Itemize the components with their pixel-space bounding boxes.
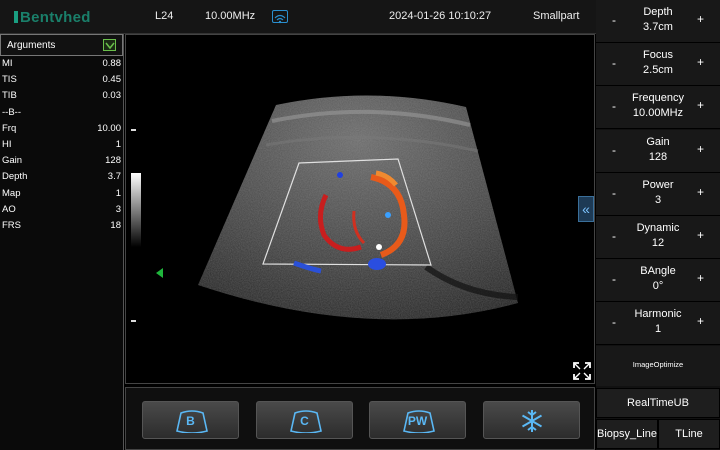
arguments-panel: Arguments MI 0.88 TIS 0.45 TIB 0.03 --B-- Frq 10…	[0, 34, 124, 450]
argument-value: 1	[115, 187, 121, 199]
bangle-increase-button[interactable]: +	[697, 271, 704, 285]
argument-value: 0.03	[102, 90, 122, 102]
frequency-increase-button[interactable]: +	[697, 98, 704, 112]
depth-tick-bottom	[131, 320, 136, 322]
control-dynamic: - Dynamic 12 +	[596, 216, 720, 259]
argument-row: Frq 10.00	[0, 121, 123, 137]
arguments-list: MI 0.88 TIS 0.45 TIB 0.03 --B-- Frq 10.00 HI 1 Gain…	[0, 56, 123, 234]
depth-increase-button[interactable]: +	[697, 12, 704, 26]
pw-mode-button[interactable]: PW	[369, 401, 466, 439]
snowflake-icon	[521, 410, 543, 432]
gain-increase-button[interactable]: +	[697, 142, 704, 156]
probe-label: L24	[155, 10, 174, 22]
logo-text: Bentvhed	[20, 9, 91, 26]
freeze-button[interactable]	[483, 401, 580, 439]
control-frequency: - Frequency 10.00MHz +	[596, 86, 720, 130]
control-harmonic: - Harmonic 1 +	[596, 302, 720, 346]
dynamic-increase-button[interactable]: +	[697, 228, 704, 242]
preset-label: Smallpart	[533, 10, 580, 22]
arguments-toggle-checkbox[interactable]	[103, 39, 116, 51]
argument-value: 3.7	[107, 171, 121, 183]
argument-row: HI 1	[0, 137, 123, 153]
argument-key: TIB	[2, 90, 17, 102]
argument-key: HI	[2, 138, 12, 150]
b-mode-button[interactable]: B	[142, 401, 239, 439]
datetime-label: 2024-01-26 10:10:27	[389, 10, 492, 22]
harmonic-increase-button[interactable]: +	[697, 314, 704, 328]
control-bangle: - BAngle 0° +	[596, 259, 720, 303]
control-focus: - Focus 2.5cm +	[596, 43, 720, 87]
argument-key: Map	[2, 187, 21, 199]
argument-row: MI 0.88	[0, 56, 123, 72]
focus-increase-button[interactable]: +	[697, 55, 704, 69]
argument-value: 3	[115, 203, 121, 215]
argument-key: TIS	[2, 74, 17, 86]
arguments-title: Arguments	[7, 40, 56, 51]
collapse-panel-button[interactable]: «	[578, 196, 594, 222]
b-mode-label: B	[186, 414, 195, 428]
argument-key: FRS	[2, 219, 21, 231]
argument-value: 18	[110, 219, 121, 231]
argument-key: MI	[2, 58, 13, 69]
argument-value: 10.00	[97, 122, 121, 134]
tline-label: TLine	[675, 428, 703, 440]
argument-key: Depth	[2, 171, 28, 183]
argument-value: 128	[105, 155, 121, 167]
focus-marker-icon[interactable]	[156, 268, 163, 278]
c-mode-label: C	[300, 414, 309, 428]
argument-row: FRS 18	[0, 218, 123, 234]
image-optimize-button[interactable]: ImageOptimize	[596, 346, 720, 386]
brand-logo: Bentvhed	[14, 9, 91, 26]
depth-tick-top	[131, 129, 136, 131]
pw-mode-label: PW	[407, 414, 428, 428]
wifi-icon	[272, 10, 288, 24]
frequency-label: 10.00MHz	[205, 10, 256, 22]
arguments-header: Arguments	[0, 34, 123, 56]
realtime-ub-button[interactable]: RealTimeUB	[596, 388, 720, 418]
mode-bar: B C PW	[125, 387, 595, 450]
ultrasound-scan	[198, 95, 519, 320]
argument-value: 0.88	[102, 58, 122, 69]
argument-key: Gain	[2, 155, 23, 167]
ultrasound-image-area[interactable]	[125, 34, 595, 384]
argument-value: 0.45	[102, 74, 122, 86]
argument-row: TIB 0.03	[0, 88, 123, 104]
expand-icon[interactable]	[572, 361, 592, 381]
argument-key: Frq	[2, 122, 17, 134]
argument-row: Gain 128	[0, 153, 123, 169]
argument-key: AO	[2, 203, 16, 215]
tline-button[interactable]: TLine	[658, 419, 720, 449]
top-bar: Bentvhed L24 10.00MHz 2024-01-26 10:10:2…	[0, 0, 596, 34]
argument-row: Depth 3.7	[0, 169, 123, 185]
image-optimize-label: ImageOptimize	[632, 360, 684, 369]
control-panel: - Depth 3.7cm + - Focus 2.5cm + - Frequency 10.00M…	[596, 0, 720, 450]
argument-key: --B--	[2, 106, 21, 118]
grayscale-bar	[131, 173, 141, 247]
c-mode-button[interactable]: C	[256, 401, 353, 439]
argument-value: 1	[115, 138, 121, 150]
argument-row: TIS 0.45	[0, 72, 123, 88]
control-depth: - Depth 3.7cm +	[596, 0, 720, 43]
argument-row: AO 3	[0, 202, 123, 218]
argument-row: --B--	[0, 105, 123, 121]
power-increase-button[interactable]: +	[697, 185, 704, 199]
logo-mark-icon	[14, 11, 18, 23]
biopsy-line-label: Biopsy_Line	[597, 428, 657, 440]
checkmark-icon	[105, 42, 115, 50]
realtime-ub-label: RealTimeUB	[627, 397, 689, 409]
control-gain: - Gain 128 +	[596, 129, 720, 173]
biopsy-line-button[interactable]: Biopsy_Line	[596, 419, 658, 449]
argument-row: Map 1	[0, 186, 123, 202]
control-power: - Power 3 +	[596, 172, 720, 216]
